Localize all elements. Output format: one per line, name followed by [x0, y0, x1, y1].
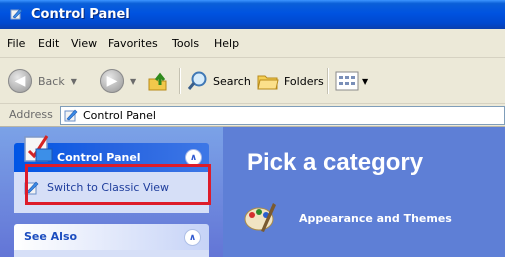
search-icon	[187, 71, 207, 90]
address-label: Address	[9, 108, 53, 121]
up-folder-button[interactable]	[146, 67, 170, 95]
category-pane: Pick a category Appearance and Themes	[223, 127, 505, 257]
forward-arrow-icon: ▶	[100, 69, 124, 93]
back-label: Back	[38, 74, 65, 88]
control-panel-large-icon	[24, 135, 53, 162]
up-folder-icon	[148, 72, 167, 91]
views-icon	[335, 71, 359, 91]
category-appearance-themes[interactable]: Appearance and Themes	[243, 199, 483, 235]
menu-tools[interactable]: Tools	[172, 37, 199, 50]
menu-view[interactable]: View	[71, 37, 97, 50]
back-button[interactable]: ◀ Back ▼	[8, 67, 77, 95]
forward-dropdown-icon[interactable]: ▼	[130, 77, 136, 86]
address-value: Control Panel	[83, 109, 156, 122]
control-panel-icon	[10, 8, 23, 20]
views-dropdown-icon[interactable]: ▼	[362, 77, 368, 86]
search-button[interactable]: Search	[187, 67, 251, 95]
menu-bar: File Edit View Favorites Tools Help	[0, 29, 505, 58]
category-label: Appearance and Themes	[299, 212, 452, 225]
menu-favorites[interactable]: Favorites	[108, 37, 158, 50]
address-field[interactable]: Control Panel	[60, 106, 505, 125]
pick-category-heading: Pick a category	[247, 149, 424, 176]
back-arrow-icon: ◀	[8, 69, 32, 93]
window-title: Control Panel	[31, 7, 130, 22]
menu-file[interactable]: File	[7, 37, 25, 50]
folders-label: Folders	[284, 74, 324, 88]
views-button[interactable]: ▼	[335, 67, 368, 95]
appearance-themes-icon	[244, 203, 276, 232]
collapse-chevron-icon[interactable]: ∧	[184, 229, 201, 246]
highlight-box	[25, 164, 211, 205]
see-also-body	[14, 250, 209, 257]
control-panel-icon	[64, 109, 78, 122]
forward-button[interactable]: ▶ ▼	[100, 67, 136, 95]
address-bar: Address Control Panel	[0, 104, 505, 127]
folders-button[interactable]: Folders	[256, 67, 324, 95]
search-label: Search	[213, 74, 251, 88]
menu-help[interactable]: Help	[214, 37, 239, 50]
back-dropdown-icon[interactable]: ▼	[71, 77, 77, 86]
control-panel-window: Control Panel File Edit View Favorites T…	[0, 0, 505, 257]
panel-title: Control Panel	[57, 151, 141, 164]
toolbar-separator	[179, 68, 181, 94]
toolbar-separator	[327, 68, 329, 94]
toolbar: ◀ Back ▼ ▶ ▼ Search Folders ▼	[0, 58, 505, 104]
folders-icon	[257, 75, 279, 90]
see-also-panel: See Also ∧	[14, 224, 209, 257]
see-also-header[interactable]: See Also ∧	[14, 224, 209, 250]
menu-edit[interactable]: Edit	[38, 37, 59, 50]
see-also-title: See Also	[24, 230, 78, 243]
title-bar[interactable]: Control Panel	[0, 0, 505, 29]
